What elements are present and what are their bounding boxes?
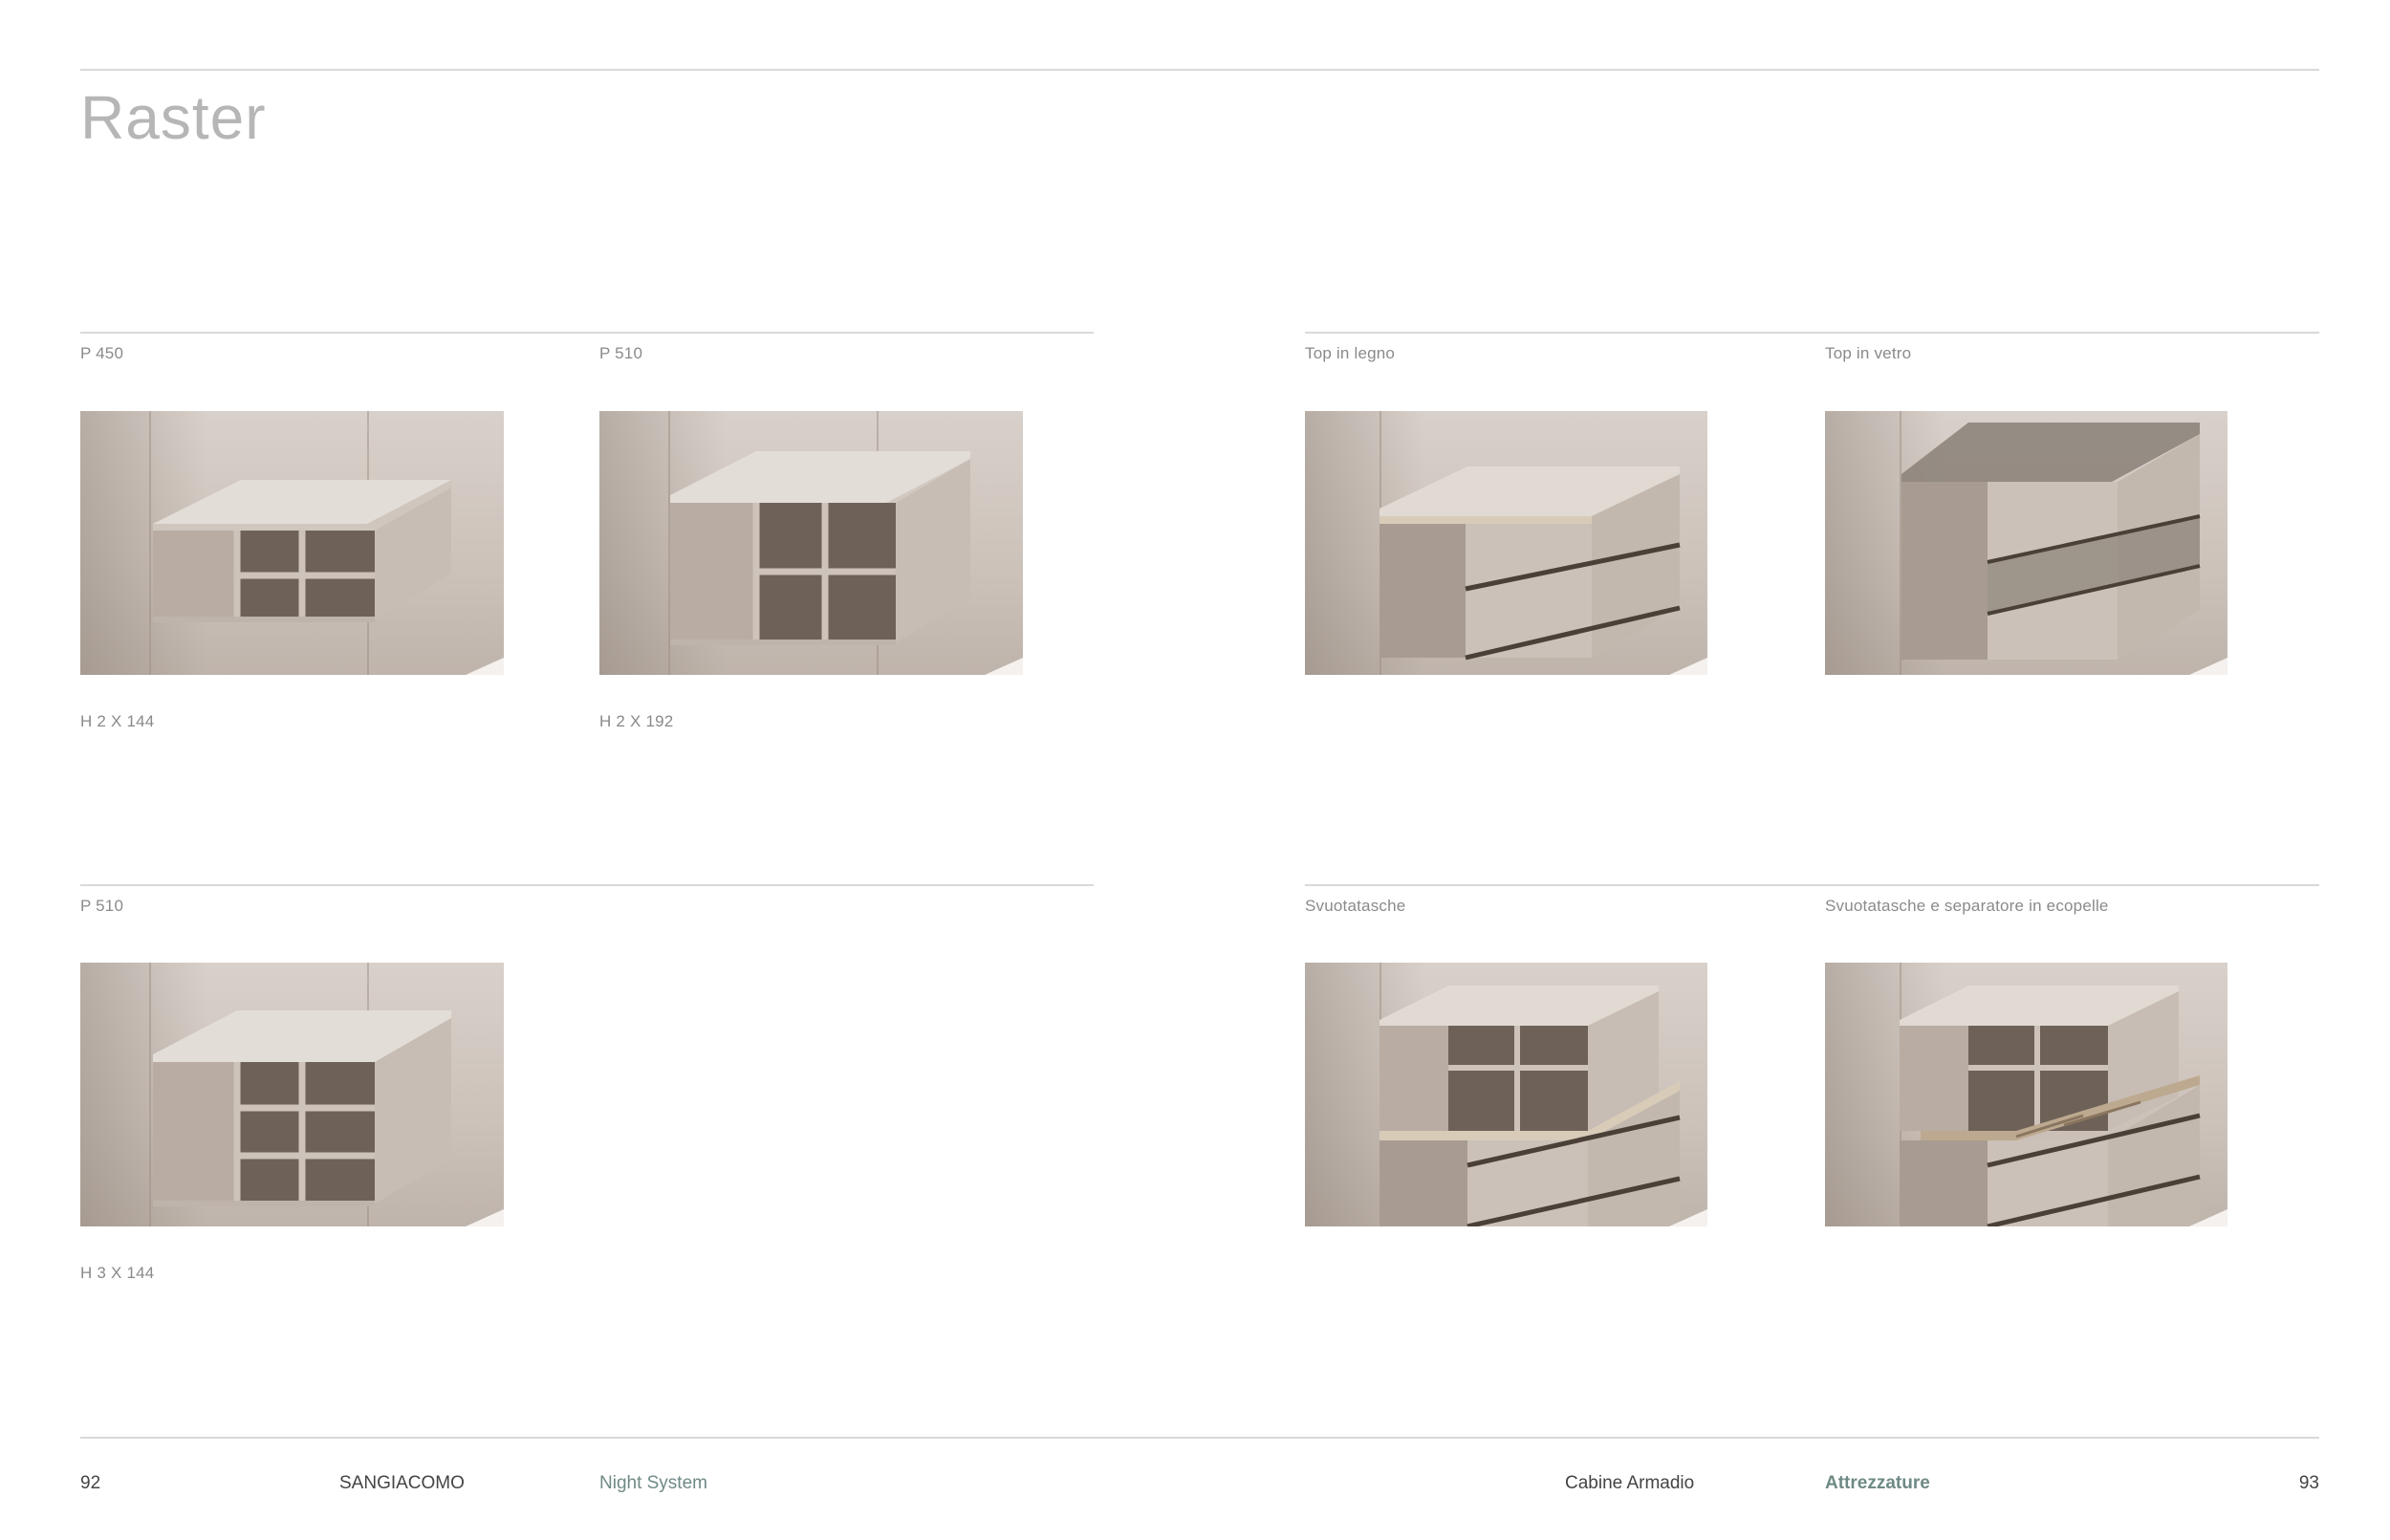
- label-top-vetro: Top in vetro: [1825, 344, 1912, 362]
- footer-divider: [80, 1437, 2319, 1439]
- photo-p510-shelf: [599, 411, 1023, 675]
- photo-p450-shelf: [80, 411, 504, 675]
- section-divider: [1305, 884, 2319, 886]
- subcategory-link[interactable]: Attrezzature: [1825, 1473, 1930, 1494]
- label-svuotatasche: Svuotatasche: [1305, 897, 1406, 915]
- open-shelf-unit-6-icon: [153, 480, 451, 622]
- label-p450: P 450: [80, 344, 124, 362]
- label-p510-b: P 510: [80, 897, 124, 915]
- photo-svuotatasche: [1305, 963, 1707, 1226]
- section-divider: [1305, 332, 2319, 334]
- photo-p510-tall-shelf: [80, 963, 504, 1226]
- drawer-unit-wood-top-icon: [1380, 466, 1681, 661]
- brand-name: SANGIACOMO: [339, 1473, 465, 1493]
- open-shelf-unit-6-deep-icon: [670, 451, 970, 645]
- page-title: Raster: [80, 83, 267, 152]
- caption-p510-a: H 2 X 192: [599, 712, 674, 730]
- drawer-unit-glass-top-icon: [1901, 423, 2201, 660]
- top-divider: [80, 69, 2319, 71]
- category-link[interactable]: Cabine Armadio: [1565, 1473, 1694, 1494]
- section-divider: [80, 884, 1094, 886]
- page-number-right: 93: [2298, 1473, 2319, 1493]
- photo-svuotatasche-ecopelle: [1825, 963, 2227, 1226]
- section-divider: [80, 332, 1094, 334]
- label-top-legno: Top in legno: [1305, 344, 1396, 362]
- label-p510-a: P 510: [599, 344, 643, 362]
- label-svuotatasche-ecopelle: Svuotatasche e separatore in ecopelle: [1825, 897, 2109, 915]
- page-number-left: 92: [80, 1473, 101, 1493]
- photo-top-legno-drawers: [1305, 411, 1707, 675]
- caption-p450: H 2 X 144: [80, 712, 155, 730]
- open-shelf-unit-9-icon: [153, 1010, 451, 1206]
- shelf-with-leather-divider-drawer-icon: [1900, 986, 2201, 1226]
- collection-link[interactable]: Night System: [599, 1473, 707, 1494]
- shelf-with-tray-drawer-icon: [1380, 986, 1681, 1226]
- caption-p510-b: H 3 X 144: [80, 1264, 155, 1282]
- photo-top-vetro-drawers: [1825, 411, 2227, 675]
